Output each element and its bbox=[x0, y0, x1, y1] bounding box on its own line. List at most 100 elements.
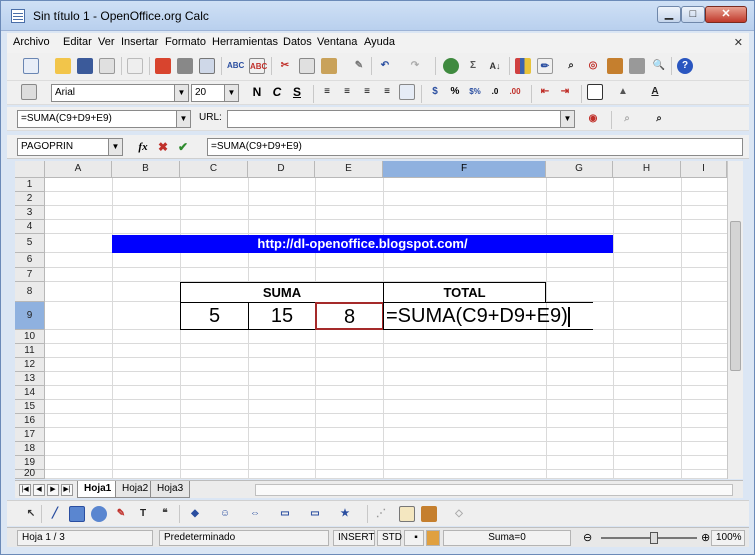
paste-icon[interactable] bbox=[321, 58, 337, 74]
formula-input[interactable]: =SUMA(C9+D9+E9) bbox=[207, 138, 743, 156]
borders-icon[interactable] bbox=[587, 84, 603, 100]
url-input[interactable]: ▼ bbox=[227, 110, 575, 128]
column-header-h[interactable]: H bbox=[613, 161, 681, 178]
row-header-6[interactable]: 6 bbox=[15, 253, 45, 268]
vertical-scroll-thumb[interactable] bbox=[730, 221, 741, 371]
spellcheck-icon[interactable]: ABC bbox=[227, 58, 244, 74]
basic-shapes-icon[interactable]: ◆ bbox=[187, 506, 203, 522]
autospellcheck-icon[interactable]: ABC bbox=[249, 58, 267, 74]
percent-format-icon[interactable]: % bbox=[447, 84, 463, 100]
row-header-7[interactable]: 7 bbox=[15, 268, 45, 282]
row-header-14[interactable]: 14 bbox=[15, 386, 45, 400]
selection-mode[interactable]: STD bbox=[377, 530, 402, 546]
suma-header-cell[interactable]: SUMA bbox=[180, 282, 384, 303]
menu-ayuda[interactable]: Ayuda bbox=[364, 36, 395, 48]
row-header-3[interactable]: 3 bbox=[15, 206, 45, 220]
select-all-corner[interactable] bbox=[15, 161, 45, 178]
menu-ventana[interactable]: Ventana bbox=[317, 36, 357, 48]
extrusion-icon[interactable]: ◇ bbox=[451, 506, 467, 522]
align-center-icon[interactable]: ≡ bbox=[339, 84, 355, 100]
delete-decimal-icon[interactable]: .00 bbox=[507, 84, 523, 100]
new-document-icon[interactable] bbox=[23, 58, 39, 74]
row-header-9[interactable]: 9 bbox=[15, 302, 45, 330]
menu-archivo[interactable]: Archivo bbox=[13, 36, 50, 48]
name-box[interactable]: PAGOPRIN ▼ bbox=[17, 138, 123, 156]
copy-icon[interactable] bbox=[299, 58, 315, 74]
navigator-icon[interactable]: ◎ bbox=[585, 58, 601, 74]
column-header-i[interactable]: I bbox=[681, 161, 727, 178]
minimize-button[interactable]: ▁ bbox=[657, 6, 681, 23]
cell-c9[interactable]: 5 bbox=[180, 302, 249, 330]
help-icon[interactable]: ? bbox=[677, 58, 693, 74]
zoom-out-icon[interactable]: ⊖ bbox=[583, 531, 592, 544]
chevron-down-icon[interactable]: ▼ bbox=[174, 85, 188, 101]
select-arrow-icon[interactable]: ↖ bbox=[23, 506, 39, 522]
maximize-button[interactable]: □ bbox=[681, 6, 705, 23]
block-arrows-icon[interactable]: ⇔ bbox=[247, 506, 263, 522]
row-header-2[interactable]: 2 bbox=[15, 192, 45, 206]
stars-icon[interactable]: ★ bbox=[337, 506, 353, 522]
column-header-d[interactable]: D bbox=[248, 161, 315, 178]
row-header-1[interactable]: 1 bbox=[15, 178, 45, 192]
zoom-in-icon[interactable]: ⊕ bbox=[701, 531, 710, 544]
row-header-12[interactable]: 12 bbox=[15, 358, 45, 372]
menu-insertar[interactable]: Insertar bbox=[121, 36, 158, 48]
column-header-e[interactable]: E bbox=[315, 161, 383, 178]
insert-mode[interactable]: INSERT bbox=[333, 530, 375, 546]
first-sheet-button[interactable]: |◀ bbox=[19, 484, 31, 496]
italic-button[interactable]: C bbox=[269, 84, 285, 100]
row-header-13[interactable]: 13 bbox=[15, 372, 45, 386]
banner-cell[interactable]: http://dl-openoffice.blogspot.com/ bbox=[112, 235, 613, 253]
column-header-f[interactable]: F bbox=[383, 161, 546, 178]
from-file-icon[interactable] bbox=[421, 506, 437, 522]
print-icon[interactable] bbox=[177, 58, 193, 74]
freeform-icon[interactable]: ✎ bbox=[113, 506, 129, 522]
total-header-cell[interactable]: TOTAL bbox=[383, 282, 546, 303]
sum-icon[interactable]: Σ bbox=[465, 58, 481, 74]
data-sources-icon[interactable] bbox=[629, 58, 645, 74]
column-header-b[interactable]: B bbox=[112, 161, 180, 178]
ellipse-icon[interactable] bbox=[91, 506, 107, 522]
sheet-tab-hoja1[interactable]: Hoja1 bbox=[77, 481, 119, 498]
chevron-down-icon[interactable]: ▼ bbox=[108, 139, 122, 155]
menu-editar[interactable]: Editar bbox=[63, 36, 92, 48]
row-header-18[interactable]: 18 bbox=[15, 442, 45, 456]
last-sheet-button[interactable]: ▶| bbox=[61, 484, 73, 496]
points-icon[interactable]: ⋰ bbox=[373, 506, 389, 522]
search-binoculars-icon[interactable]: ⌕ bbox=[651, 111, 667, 127]
formula-history-combo[interactable]: =SUMA(C9+D9+E9) ▼ bbox=[17, 110, 191, 128]
save-icon[interactable] bbox=[77, 58, 93, 74]
symbol-shapes-icon[interactable]: ☺ bbox=[217, 506, 233, 522]
column-header-g[interactable]: G bbox=[546, 161, 613, 178]
zoom-icon[interactable]: 🔍 bbox=[651, 58, 667, 74]
bold-button[interactable]: N bbox=[249, 84, 265, 100]
sort-ascending-icon[interactable]: A↓ bbox=[487, 58, 503, 74]
page-style[interactable]: Predeterminado bbox=[159, 530, 329, 546]
background-color-icon[interactable]: ▲ bbox=[615, 84, 631, 100]
row-header-8[interactable]: 8 bbox=[15, 282, 45, 302]
text-tool-icon[interactable]: T bbox=[135, 506, 151, 522]
load-url-icon[interactable]: ◉ bbox=[585, 111, 601, 127]
accept-icon[interactable]: ✔ bbox=[175, 139, 191, 155]
page-preview-icon[interactable] bbox=[199, 58, 215, 74]
currency-format-icon[interactable]: $ bbox=[427, 84, 443, 100]
redo-icon[interactable]: ↷ bbox=[407, 58, 423, 74]
undo-icon[interactable]: ↶ bbox=[377, 58, 393, 74]
function-wizard-icon[interactable]: fx bbox=[135, 139, 151, 155]
sheet-tab-hoja3[interactable]: Hoja3 bbox=[150, 481, 191, 498]
close-button[interactable]: ✕ bbox=[705, 6, 747, 23]
gallery-icon[interactable] bbox=[607, 58, 623, 74]
previous-sheet-button[interactable]: ◀ bbox=[33, 484, 45, 496]
chevron-down-icon[interactable]: ▼ bbox=[224, 85, 238, 101]
hyperlink-icon[interactable] bbox=[443, 58, 459, 74]
increase-indent-icon[interactable]: ⇥ bbox=[557, 84, 573, 100]
spreadsheet-grid[interactable]: A B C D E F G H I 1 2 3 4 5 6 7 8 9 10 11 12 13 14 15 1… bbox=[15, 161, 727, 479]
row-header-20[interactable]: 20 bbox=[15, 469, 45, 479]
font-name-combo[interactable]: Arial ▼ bbox=[51, 84, 189, 102]
standard-format-icon[interactable]: $% bbox=[467, 84, 483, 100]
cancel-icon[interactable]: ✖ bbox=[155, 139, 171, 155]
menu-formato[interactable]: Formato bbox=[165, 36, 206, 48]
row-header-17[interactable]: 17 bbox=[15, 428, 45, 442]
callouts-icon[interactable]: ▭ bbox=[307, 506, 323, 522]
align-right-icon[interactable]: ≡ bbox=[359, 84, 375, 100]
